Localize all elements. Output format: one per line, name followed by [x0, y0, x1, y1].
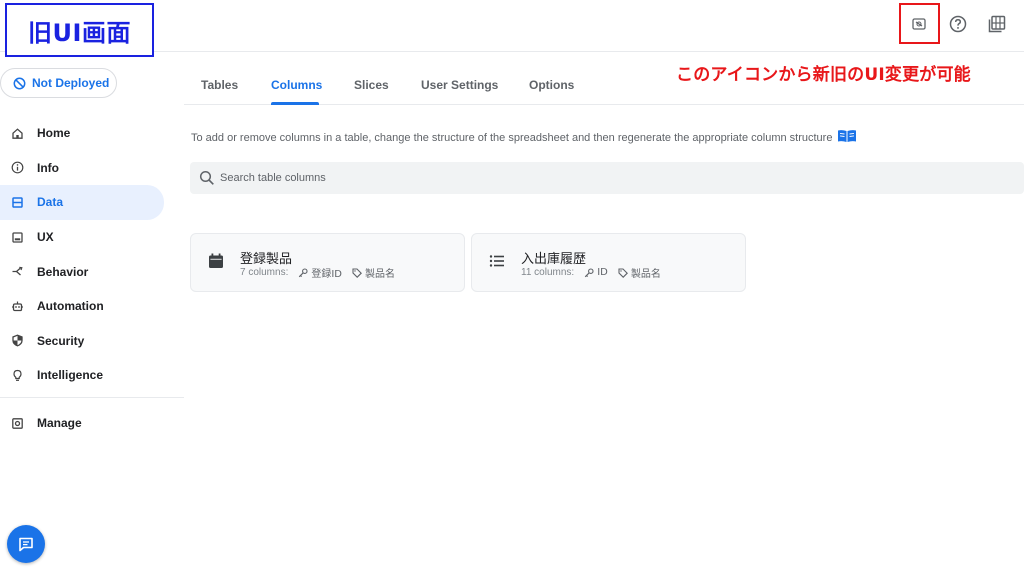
deploy-status-label: Not Deployed	[32, 76, 110, 90]
key-column-name: ID	[597, 267, 608, 278]
tab-options[interactable]: Options	[529, 78, 574, 92]
active-tab-indicator	[271, 102, 319, 105]
sidebar-item-manage[interactable]: Manage	[0, 406, 184, 441]
sidebar-item-info[interactable]: Info	[0, 151, 184, 186]
sidebar-manage-section: Manage	[0, 406, 184, 441]
deploy-status-button[interactable]: Not Deployed	[0, 68, 117, 98]
sidebar-item-label: Intelligence	[37, 368, 104, 383]
behavior-icon	[10, 265, 24, 279]
manage-icon	[10, 416, 24, 430]
sidebar: Not Deployed Home Info Data UX Behavior …	[0, 52, 184, 576]
tab-tables[interactable]: Tables	[201, 78, 238, 92]
label-tag-icon	[618, 267, 628, 278]
annotation-highlight-box	[899, 3, 940, 44]
key-icon	[299, 267, 308, 277]
lightbulb-icon	[10, 368, 24, 382]
sidebar-item-label: Info	[37, 160, 59, 175]
ux-icon	[10, 230, 24, 244]
annotation-title: 旧UI画面	[5, 3, 154, 57]
info-icon	[10, 161, 24, 175]
label-column-name: 製品名	[365, 269, 396, 280]
sidebar-divider	[0, 397, 184, 398]
chat-button[interactable]	[7, 525, 45, 563]
search-icon	[199, 170, 214, 185]
sidebar-item-ux[interactable]: UX	[0, 220, 184, 255]
sidebar-item-label: Manage	[37, 416, 82, 431]
data-icon	[10, 195, 24, 209]
docs-icon[interactable]	[985, 12, 1009, 36]
table-card-stock-history[interactable]: 入出庫履歴 11 columns: ID 製品名	[471, 233, 746, 292]
column-count: 7 columns:	[240, 267, 289, 278]
label-column-tag: 製品名	[618, 265, 661, 280]
tab-columns[interactable]: Columns	[271, 78, 322, 92]
table-card-meta: 11 columns: ID 製品名	[521, 265, 671, 280]
sidebar-item-data[interactable]: Data	[0, 185, 164, 220]
calendar-icon	[207, 252, 225, 270]
sidebar-nav: Home Info Data UX Behavior Automation Se…	[0, 116, 184, 393]
help-icon[interactable]	[946, 12, 970, 36]
column-count: 11 columns:	[521, 267, 575, 278]
columns-info-text: To add or remove columns in a table, cha…	[191, 131, 833, 144]
not-deployed-icon	[13, 77, 26, 89]
label-tag-icon	[352, 267, 362, 278]
table-card-meta: 7 columns: 登録ID 製品名	[240, 265, 405, 280]
sidebar-item-automation[interactable]: Automation	[0, 289, 184, 324]
sidebar-item-behavior[interactable]: Behavior	[0, 254, 184, 289]
sidebar-item-home[interactable]: Home	[0, 116, 184, 151]
table-card-registered-products[interactable]: 登録製品 7 columns: 登録ID 製品名	[190, 233, 465, 292]
tab-slices[interactable]: Slices	[354, 78, 389, 92]
tab-user-settings[interactable]: User Settings	[421, 78, 498, 92]
label-column-tag: 製品名	[352, 265, 395, 280]
home-icon	[10, 126, 24, 140]
search-input[interactable]	[220, 172, 920, 184]
sidebar-item-intelligence[interactable]: Intelligence	[0, 358, 184, 393]
sidebar-item-label: Data	[37, 195, 64, 210]
key-column-tag: 登録ID	[298, 265, 342, 280]
sidebar-item-label: Behavior	[37, 264, 89, 279]
sidebar-item-label: UX	[37, 230, 54, 245]
label-column-name: 製品名	[630, 269, 661, 280]
key-column-name: 登録ID	[311, 269, 343, 280]
chat-icon	[19, 537, 33, 552]
key-icon	[584, 267, 594, 277]
columns-info: To add or remove columns in a table, cha…	[191, 129, 857, 146]
shield-icon	[10, 334, 24, 348]
column-search-bar	[190, 162, 1024, 194]
sidebar-item-label: Home	[37, 126, 71, 141]
sidebar-item-security[interactable]: Security	[0, 324, 184, 359]
annotation-note: このアイコンから新旧のUI変更が可能	[676, 65, 971, 85]
key-column-tag: ID	[584, 267, 608, 278]
sidebar-item-label: Security	[37, 333, 85, 348]
automation-icon	[10, 299, 24, 313]
list-icon	[488, 252, 506, 270]
sidebar-item-label: Automation	[37, 299, 104, 314]
book-icon[interactable]	[837, 129, 857, 146]
